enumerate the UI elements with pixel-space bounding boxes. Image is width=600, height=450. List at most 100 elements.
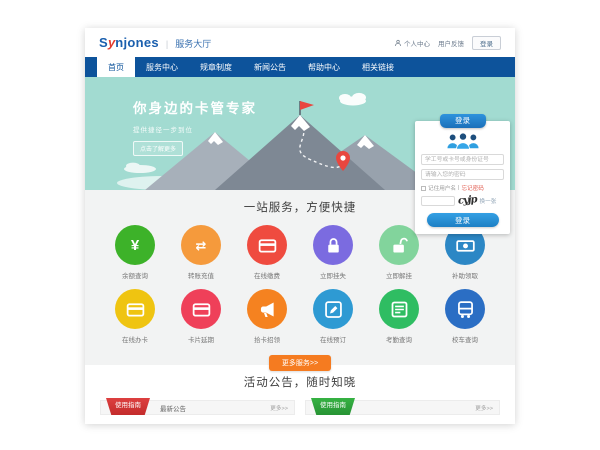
user-feedback-link[interactable]: 用户反馈: [438, 38, 464, 48]
main-nav: 首页 服务中心 规章制度 新闻公告 帮助中心 相关链接: [85, 57, 515, 77]
guide-panel-left: 使用指南 最新公告 更多>>: [100, 400, 295, 415]
brand-logo[interactable]: Synjones | 服务大厅: [99, 35, 211, 50]
header-actions: 个人中心 用户反馈 登录: [394, 36, 501, 50]
edit-icon: [323, 299, 344, 320]
banknote-icon: [455, 235, 476, 256]
transfer-icon: ⇄: [196, 239, 207, 252]
user-feedback-label: 用户反馈: [438, 38, 464, 48]
hero-subtitle: 提供捷径一步到位: [133, 124, 257, 134]
service-item-transfer[interactable]: ⇄ 转账充值: [168, 225, 234, 280]
logo-arrow-icon: y: [108, 35, 115, 50]
remember-checkbox[interactable]: [421, 186, 426, 191]
service-item-attendance[interactable]: 考勤查询: [366, 289, 432, 344]
bus-icon: [455, 299, 476, 320]
service-label: 考勤查询: [366, 334, 432, 344]
captcha-refresh-link[interactable]: 换一张: [480, 197, 497, 205]
password-input[interactable]: [421, 169, 504, 180]
service-item-report-loss[interactable]: 立即挂失: [300, 225, 366, 280]
service-item-apply-card[interactable]: 在线办卡: [102, 289, 168, 344]
service-label: 立即解挂: [366, 270, 432, 280]
site-header: Synjones | 服务大厅 个人中心 用户反馈 登录: [85, 28, 515, 57]
service-circle: [379, 289, 419, 329]
hero-cta-button[interactable]: 点击了解更多: [133, 141, 183, 156]
service-label: 转账充值: [168, 270, 234, 280]
remember-label: 记住用户名: [428, 184, 456, 192]
announcement-panels: 使用指南 最新公告 更多>> 使用指南 更多>>: [85, 400, 515, 415]
service-circle: ⇄: [181, 225, 221, 265]
service-circle: [445, 289, 485, 329]
logo-divider: |: [166, 39, 168, 49]
yuan-icon: ¥: [131, 238, 139, 253]
service-item-balance[interactable]: ¥ 余额查询: [102, 225, 168, 280]
logo-text-rest: njones: [115, 35, 159, 50]
service-label: 校车查询: [432, 334, 498, 344]
login-submit-button[interactable]: 登录: [427, 213, 499, 227]
tab-usage-guide-right[interactable]: 使用指南: [311, 398, 355, 415]
personal-center-label: 个人中心: [404, 38, 430, 48]
card-icon: [125, 299, 146, 320]
service-circle: [181, 289, 221, 329]
nav-item-rules[interactable]: 规章制度: [189, 57, 243, 77]
list-icon: [389, 299, 410, 320]
service-item-booking[interactable]: 在线预订: [300, 289, 366, 344]
hero-banner: 你身边的卡管专家 提供捷径一步到位 点击了解更多 登录 记住用户名 | 忘记密码: [85, 77, 515, 190]
service-item-found-card[interactable]: 拾卡招领: [234, 289, 300, 344]
right-panel-header: 使用指南 更多>>: [305, 400, 500, 415]
service-item-card-extend[interactable]: 卡片延期: [168, 289, 234, 344]
left-panel-header: 使用指南 最新公告 更多>>: [100, 400, 295, 415]
personal-center-link[interactable]: 个人中心: [394, 38, 430, 48]
card-icon: [257, 235, 278, 256]
service-circle: [115, 289, 155, 329]
services-grid: ¥ 余额查询 ⇄ 转账充值 在线缴费 立即挂失: [102, 225, 498, 344]
more-services-button[interactable]: 更多服务>>: [269, 355, 331, 371]
website-mockup: Synjones | 服务大厅 个人中心 用户反馈 登录 首页 服务中心 规章制…: [85, 28, 515, 424]
row-divider: |: [458, 185, 459, 191]
login-panel: 登录 记住用户名 | 忘记密码 cyjp 换一张 登录: [415, 121, 510, 234]
account-input[interactable]: [421, 154, 504, 165]
guide-panel-right: 使用指南 更多>>: [305, 400, 500, 415]
tab-latest-news[interactable]: 最新公告: [160, 403, 186, 413]
logo-text: S: [99, 35, 108, 50]
site-subtitle: 服务大厅: [175, 37, 211, 50]
unlock-icon: [389, 235, 410, 256]
hero-title: 你身边的卡管专家: [133, 97, 257, 117]
announcements-section: 活动公告，随时知晓 使用指南 最新公告 更多>> 使用指南 更多>>: [85, 365, 515, 415]
service-label: 补助领取: [432, 270, 498, 280]
login-tab[interactable]: 登录: [440, 114, 486, 128]
right-more-link[interactable]: 更多>>: [475, 404, 493, 412]
service-item-school-bus[interactable]: 校车查询: [432, 289, 498, 344]
service-circle: [247, 225, 287, 265]
captcha-row: cyjp 换一张: [421, 195, 504, 206]
service-label: 立即挂失: [300, 270, 366, 280]
card-icon: [191, 299, 212, 320]
nav-item-news[interactable]: 新闻公告: [243, 57, 297, 77]
megaphone-icon: [257, 299, 278, 320]
service-label: 在线缴费: [234, 270, 300, 280]
service-label: 卡片延期: [168, 334, 234, 344]
left-more-link[interactable]: 更多>>: [270, 404, 288, 412]
forgot-password-link[interactable]: 忘记密码: [461, 184, 483, 192]
header-login-button[interactable]: 登录: [472, 36, 501, 50]
nav-item-help[interactable]: 帮助中心: [297, 57, 351, 77]
person-icon: [394, 39, 402, 47]
service-label: 余额查询: [102, 270, 168, 280]
service-circle: [247, 289, 287, 329]
service-label: 在线办卡: [102, 334, 168, 344]
service-circle: ¥: [115, 225, 155, 265]
service-circle: [313, 289, 353, 329]
remember-row: 记住用户名 | 忘记密码: [421, 184, 504, 192]
captcha-image: cyjp: [458, 194, 477, 207]
captcha-input[interactable]: [421, 196, 455, 206]
service-label: 拾卡招领: [234, 334, 300, 344]
nav-item-service-center[interactable]: 服务中心: [135, 57, 189, 77]
tab-usage-guide-left[interactable]: 使用指南: [106, 398, 150, 415]
service-item-pay[interactable]: 在线缴费: [234, 225, 300, 280]
service-circle: [313, 225, 353, 265]
lock-icon: [323, 235, 344, 256]
service-label: 在线预订: [300, 334, 366, 344]
hero-copy: 你身边的卡管专家 提供捷径一步到位 点击了解更多: [133, 97, 257, 156]
page-canvas: Synjones | 服务大厅 个人中心 用户反馈 登录 首页 服务中心 规章制…: [0, 0, 600, 450]
service-circle: [379, 225, 419, 265]
nav-item-home[interactable]: 首页: [97, 57, 135, 77]
nav-item-links[interactable]: 相关链接: [351, 57, 405, 77]
